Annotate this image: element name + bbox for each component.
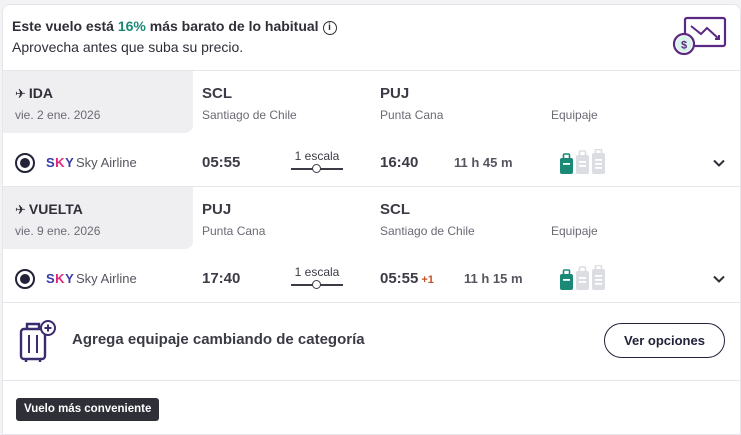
- destination-code: PUJ: [380, 85, 410, 102]
- info-icon[interactable]: i: [322, 21, 337, 35]
- stop-dot: [312, 280, 321, 289]
- logo-letter-y: Y: [65, 271, 75, 286]
- baggage-icons: [560, 149, 605, 174]
- baggage-icons: [560, 265, 605, 290]
- plane-icon: ✈: [15, 86, 26, 101]
- direction-text: VUELTA: [28, 201, 83, 217]
- direction-box: ✈ IDA vie. 2 ene. 2026: [3, 71, 193, 133]
- airline-name: Sky Airline: [76, 271, 137, 286]
- arrival-time: 05:55 +1: [380, 270, 434, 287]
- add-baggage-section: Agrega equipaje cambiando de categoría V…: [3, 303, 740, 381]
- price-drop-icon: $: [672, 16, 727, 56]
- airline-logo: SKY: [46, 271, 74, 286]
- airline-name: Sky Airline: [76, 155, 137, 170]
- promo-title: Este vuelo está 16% más barato de lo hab…: [12, 18, 337, 35]
- arrival-time-value: 05:55: [380, 270, 419, 287]
- checked-bag-icon: [592, 149, 605, 174]
- svg-text:$: $: [681, 40, 687, 52]
- flight-date: vie. 2 ene. 2026: [15, 108, 101, 122]
- logo-letter-s: S: [46, 271, 56, 286]
- plane-icon: ✈: [15, 202, 26, 217]
- promo-subtitle: Aprovecha antes que suba su precio.: [12, 39, 244, 55]
- airline-logo: SKY: [46, 155, 74, 170]
- arrival-time: 16:40: [380, 154, 421, 171]
- carry-on-icon: [576, 150, 589, 174]
- arrival-time-value: 16:40: [380, 154, 419, 171]
- direction-box: ✈ VUELTA vie. 9 ene. 2026: [3, 187, 193, 249]
- stop-dot: [312, 164, 321, 173]
- flight-duration: 11 h 15 m: [464, 271, 523, 286]
- stops-label: 1 escala: [294, 265, 340, 279]
- direction-label: ✈ VUELTA: [15, 201, 83, 218]
- luggage-add-icon: [19, 320, 56, 362]
- day-offset: +1: [421, 274, 434, 286]
- origin-city: Santiago de Chile: [202, 108, 297, 122]
- promo-percent: 16%: [117, 18, 146, 34]
- best-flight-badge: Vuelo más conveniente: [16, 398, 160, 421]
- direction-text: IDA: [28, 85, 54, 101]
- personal-item-icon: [560, 269, 573, 290]
- checked-bag-icon: [592, 265, 605, 290]
- logo-letter-y: Y: [65, 155, 75, 170]
- flight-option-row[interactable]: SKY Sky Airline 05:55 1 escala 16:40 11 …: [3, 149, 740, 177]
- carry-on-icon: [576, 266, 589, 290]
- return-segment: ✈ VUELTA vie. 9 ene. 2026 PUJ Punta Cana …: [3, 187, 740, 303]
- departure-time: 17:40: [202, 270, 241, 287]
- origin-code: PUJ: [202, 201, 232, 218]
- view-options-button[interactable]: Ver opciones: [604, 323, 725, 358]
- destination-city: Santiago de Chile: [380, 224, 475, 238]
- flight-option-row[interactable]: SKY Sky Airline 17:40 1 escala 05:55 +1 1…: [3, 265, 740, 293]
- price-promo-banner: Este vuelo está 16% más barato de lo hab…: [3, 5, 740, 71]
- flight-duration: 11 h 45 m: [454, 155, 513, 170]
- baggage-label: Equipaje: [551, 224, 598, 238]
- origin-city: Punta Cana: [202, 224, 266, 238]
- logo-letter-k: K: [55, 271, 66, 286]
- flight-card: Este vuelo está 16% más barato de lo hab…: [2, 4, 741, 435]
- flight-date: vie. 9 ene. 2026: [15, 224, 101, 238]
- origin-code: SCL: [202, 85, 232, 102]
- destination-city: Punta Cana: [380, 108, 444, 122]
- logo-letter-s: S: [46, 155, 56, 170]
- promo-suffix: más barato de lo habitual: [145, 18, 319, 34]
- select-flight-radio[interactable]: [15, 153, 35, 173]
- add-baggage-text: Agrega equipaje cambiando de categoría: [72, 331, 365, 348]
- baggage-label: Equipaje: [551, 108, 598, 122]
- personal-item-icon: [560, 153, 573, 174]
- chevron-down-icon[interactable]: [709, 269, 729, 289]
- promo-prefix: Este vuelo está: [12, 18, 118, 34]
- select-flight-radio[interactable]: [15, 269, 35, 289]
- logo-letter-k: K: [55, 155, 66, 170]
- direction-label: ✈ IDA: [15, 85, 53, 102]
- destination-code: SCL: [380, 201, 410, 218]
- chevron-down-icon[interactable]: [709, 153, 729, 173]
- outbound-segment: ✈ IDA vie. 2 ene. 2026 SCL Santiago de Ch…: [3, 71, 740, 187]
- stops-label: 1 escala: [294, 149, 340, 163]
- departure-time: 05:55: [202, 154, 241, 171]
